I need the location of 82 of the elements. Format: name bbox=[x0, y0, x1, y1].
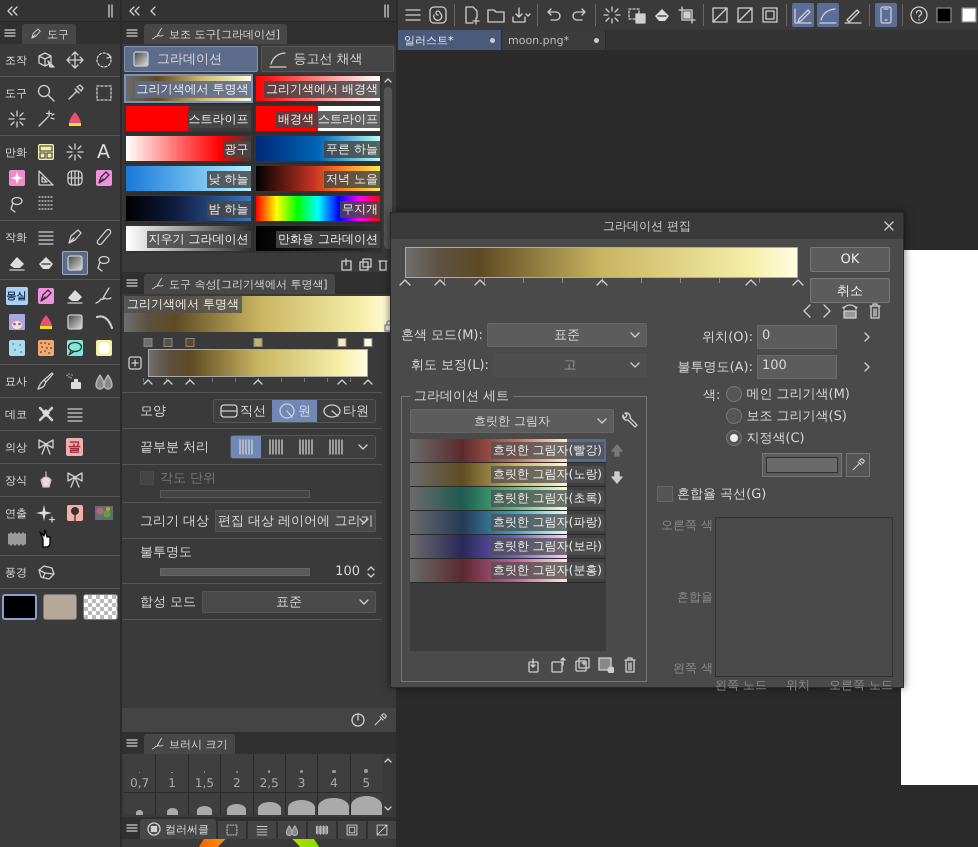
gradient-preset-item[interactable]: 만화용 그라데이션 bbox=[254, 224, 382, 253]
panel-tab[interactable]: 도구 bbox=[22, 24, 76, 44]
group-label: 조작 bbox=[4, 52, 27, 68]
group-label: 도구 bbox=[4, 86, 27, 100]
panel-tab[interactable]: 브러시 크기 bbox=[144, 734, 234, 754]
group-tab[interactable]: 등고선 채색 bbox=[260, 46, 394, 72]
gradient-set-item[interactable]: 흐릿한 그림자(빨강) bbox=[410, 439, 606, 463]
gradient-preset-item[interactable]: 낮 하늘 bbox=[124, 164, 252, 193]
axis-label: 오른쪽 색 bbox=[661, 517, 713, 534]
luminance-dropdown: 고 bbox=[492, 353, 647, 377]
gradient-preset-item[interactable]: 광구 bbox=[124, 134, 252, 163]
field-label: 그리기 대상 bbox=[140, 512, 210, 530]
group-label: 장식 bbox=[4, 472, 27, 488]
field-label: 불투명도 bbox=[140, 544, 193, 561]
radio-label: 지정색(C) bbox=[746, 430, 805, 447]
blend-mode-dropdown[interactable]: 표준 bbox=[486, 323, 647, 347]
gradient-set-dropdown[interactable]: 흐릿한 그림자 bbox=[410, 409, 614, 433]
axis-label: 왼쪽 노드 bbox=[715, 677, 767, 693]
field-label: 모양 bbox=[140, 402, 166, 420]
field-label: 끝부분 처리 bbox=[140, 438, 210, 456]
group-label: 연출 bbox=[4, 506, 27, 520]
gradient-set-item[interactable]: 흐릿한 그림자(노랑) bbox=[410, 463, 606, 487]
document-tab[interactable]: 일러스트* bbox=[398, 30, 502, 50]
brush-size-preset[interactable]: 2,5 bbox=[254, 754, 285, 792]
gradient-preset-item[interactable]: 저녁 노을 bbox=[254, 164, 382, 193]
brush-size-preset[interactable]: 2 bbox=[221, 754, 252, 792]
group-label: 작화 bbox=[4, 230, 27, 244]
gradient-preset-item[interactable]: 밤 하늘 bbox=[124, 194, 252, 223]
group-label: 데코 bbox=[4, 406, 27, 422]
gradient-set-item[interactable]: 흐릿한 그림자(초록) bbox=[410, 487, 606, 511]
panel-tab[interactable]: 보조 도구[그라데이션] bbox=[144, 24, 288, 44]
gradient-set-item[interactable]: 흐릿한 그림자(보라) bbox=[410, 535, 606, 559]
gradient-preset-item[interactable]: 그리기색에서 투명색 bbox=[124, 74, 252, 103]
document-tab[interactable]: moon.png* bbox=[502, 30, 606, 50]
field-label: 불투명도(A): bbox=[676, 359, 753, 376]
shape-option[interactable]: 타원 bbox=[317, 400, 375, 422]
gradient-preset-item[interactable]: 그리기색에서 배경색 bbox=[254, 74, 382, 103]
brush-size-preset[interactable]: 5 bbox=[350, 754, 382, 792]
tool-button[interactable]: 몽실 bbox=[4, 284, 30, 308]
axis-label: 왼쪽 색 bbox=[673, 660, 713, 677]
gradient-preset-item[interactable]: 무지개 bbox=[254, 194, 382, 223]
brush-size-preset[interactable]: 3 bbox=[286, 754, 318, 792]
group-label: 묘사 bbox=[4, 374, 27, 388]
axis-label: 혼합율 bbox=[677, 588, 713, 606]
field-label: 위치(O): bbox=[701, 329, 753, 346]
brush-size-preset[interactable]: 4 bbox=[318, 754, 350, 792]
gradient-set-item[interactable]: 흐릿한 그림자(파랑) bbox=[410, 511, 606, 535]
gradient-preset-item[interactable]: 스트라이프 bbox=[124, 104, 252, 133]
brush-size-preset[interactable]: 1,5 bbox=[188, 754, 220, 792]
shape-option[interactable]: 직선 bbox=[214, 400, 272, 422]
radio-label: 보조 그리기색(S) bbox=[746, 408, 847, 425]
position-field[interactable]: 0 bbox=[757, 325, 837, 349]
axis-label: 위치 bbox=[786, 677, 810, 693]
group-tab[interactable]: 그라데이션 bbox=[124, 46, 258, 72]
dialog-button[interactable]: 취소 bbox=[810, 278, 890, 303]
panel-tab[interactable]: 컬러써클 bbox=[140, 819, 216, 839]
field-label: 휘도 보정(L): bbox=[410, 357, 489, 374]
group-label: 의상 bbox=[4, 440, 27, 454]
tool-button[interactable]: A bbox=[90, 140, 116, 164]
gradient-preset-item[interactable]: 푸른 하늘 bbox=[254, 134, 382, 163]
checkbox-label: 혼합율 곡선(G) bbox=[677, 486, 766, 503]
checkbox-label: 각도 단위 bbox=[160, 470, 216, 487]
opacity-value: 100 bbox=[335, 564, 360, 579]
gradient-set-item[interactable]: 흐릿한 그림자(분홍) bbox=[410, 559, 606, 583]
brush-size-preset[interactable]: 1 bbox=[156, 754, 188, 792]
dialog-title: 그라데이션 편집 bbox=[603, 218, 691, 234]
group-title: 그라데이션 세트 bbox=[413, 388, 510, 405]
gradient-preset-item[interactable]: 배경색 스트라이프 bbox=[254, 104, 382, 133]
field-label: 혼색 모드(M): bbox=[401, 327, 483, 344]
field-label: 합성 모드 bbox=[140, 594, 196, 610]
opacity-field[interactable]: 100 bbox=[757, 355, 837, 379]
blend-mode-dropdown[interactable]: 표준 bbox=[202, 590, 376, 612]
group-label: 만화 bbox=[4, 144, 27, 160]
group-label: 풍경 bbox=[4, 564, 27, 580]
panel-tab[interactable]: 도구 속성[그리기색에서 투명색] bbox=[144, 274, 335, 294]
gradient-preset-item[interactable]: 지우기 그라데이션 bbox=[124, 224, 252, 253]
radio-label: 메인 그리기색(M) bbox=[746, 386, 850, 403]
axis-label: 오른쪽 노드 bbox=[829, 677, 893, 693]
field-label: 색: bbox=[703, 387, 720, 404]
tool-button[interactable]: 골 bbox=[62, 435, 88, 459]
brush-size-preset[interactable]: 0,7 bbox=[124, 754, 156, 792]
dialog-button[interactable]: OK bbox=[810, 247, 890, 272]
